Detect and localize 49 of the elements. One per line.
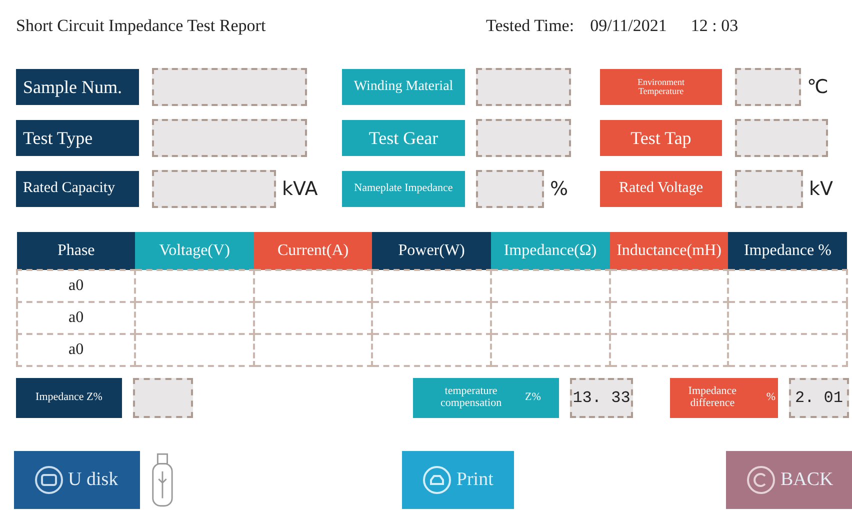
column-header: Impedance % <box>728 232 847 270</box>
column-header: Phase <box>17 232 136 270</box>
input-field[interactable] <box>152 119 307 157</box>
unit-label: ℃ <box>807 74 828 100</box>
table-cell: a0 <box>17 270 136 302</box>
usb-drive-icon <box>150 451 176 509</box>
input-field[interactable] <box>152 68 307 106</box>
result-label: Impedance Z% <box>16 378 122 418</box>
label-suffix: Z% <box>525 392 541 404</box>
tested-time: 12 : 03 <box>690 15 738 38</box>
field-label: Environment Temperature <box>600 69 722 105</box>
column-header: Impedance(Ω) <box>490 232 610 270</box>
column-header: Inductance(mH) <box>610 232 728 270</box>
input-field[interactable]: 2. 01 <box>789 378 849 418</box>
input-field[interactable] <box>476 170 544 208</box>
input-field[interactable]: 13. 33 <box>570 378 633 418</box>
input-field[interactable] <box>735 170 803 208</box>
unit-label: kVA <box>282 176 318 202</box>
input-field[interactable] <box>133 378 193 418</box>
column-header: Power(W) <box>372 232 491 270</box>
back-button[interactable]: BACK <box>726 451 852 509</box>
report-title: Short Circuit Impedance Test Report <box>16 15 267 38</box>
field-label: Test Gear <box>342 120 465 156</box>
field-label: Nameplate Impedance <box>342 171 465 207</box>
unit-label: kV <box>809 176 834 202</box>
field-label: Sample Num. <box>16 69 139 105</box>
tested-date: 09/11/2021 <box>590 15 667 38</box>
field-label: Winding Material <box>342 69 465 105</box>
column-header: Voltage(V) <box>135 232 254 270</box>
field-label: Test Tap <box>600 120 722 156</box>
input-field[interactable] <box>152 170 276 208</box>
label-suffix: % <box>766 392 776 404</box>
label-text: temperature compensation <box>439 386 503 410</box>
column-header: Current(A) <box>254 232 372 270</box>
input-field[interactable] <box>476 68 571 106</box>
input-field[interactable] <box>735 68 801 106</box>
unit-label: % <box>550 176 568 202</box>
label-text: Impedance difference <box>687 386 738 410</box>
input-field[interactable] <box>735 119 828 157</box>
tested-time-label: Tested Time: <box>486 15 574 38</box>
field-label: Test Type <box>16 120 139 156</box>
field-label: Rated Voltage <box>600 171 722 207</box>
printer-icon <box>422 465 452 495</box>
table-cell: a0 <box>17 334 136 366</box>
field-label: Rated Capacity <box>16 171 139 207</box>
disk-icon <box>34 465 64 495</box>
table-cell: a0 <box>17 302 136 334</box>
input-field[interactable] <box>476 119 571 157</box>
u-disk-button[interactable]: U disk <box>14 451 140 509</box>
